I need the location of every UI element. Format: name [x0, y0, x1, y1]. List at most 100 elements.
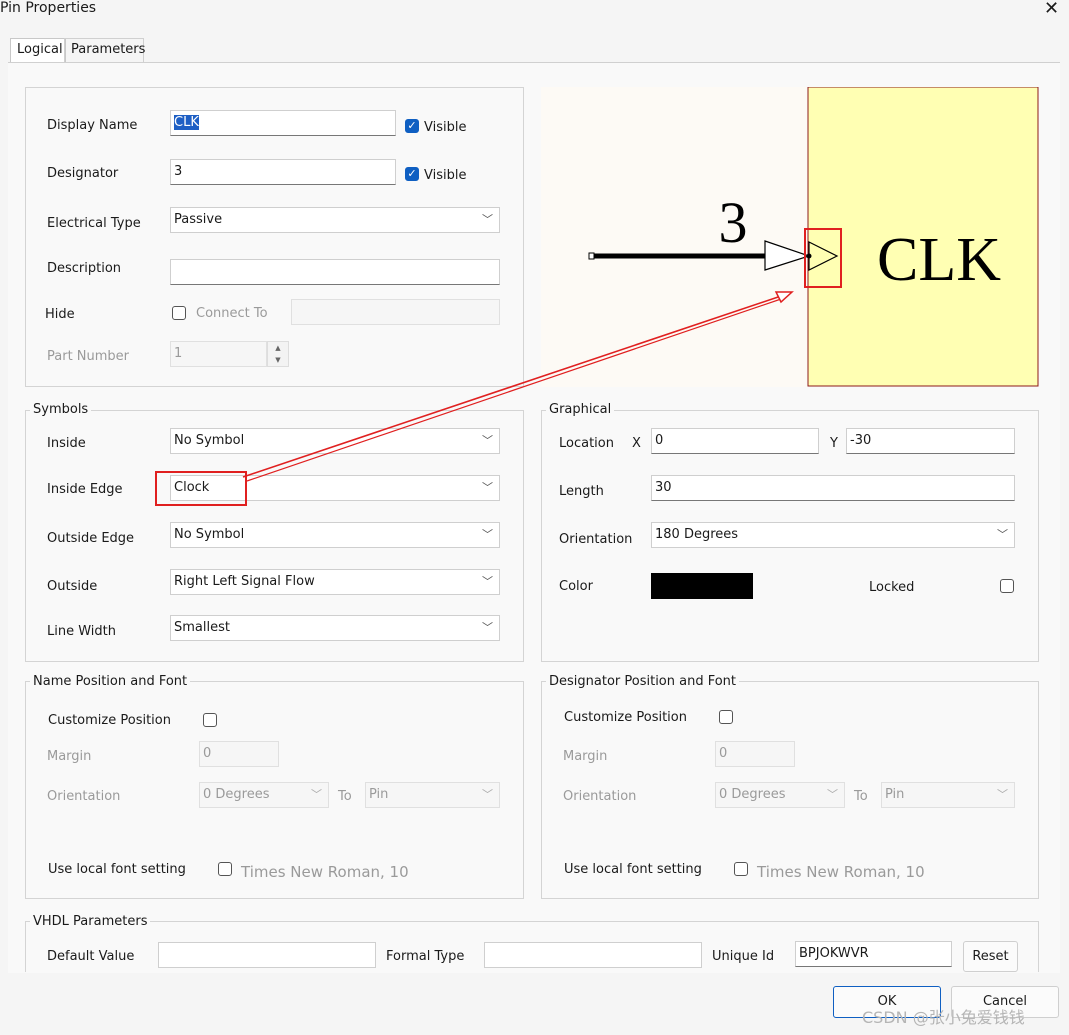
- designator-local-font-label: Use local font setting: [564, 862, 702, 877]
- pin-preview: 3 CLK: [541, 87, 1039, 387]
- designator-customize-label: Customize Position: [564, 710, 687, 725]
- designator-visible-checkbox[interactable]: ✓: [405, 167, 419, 181]
- window-title: Pin Properties: [0, 0, 97, 16]
- name-margin-input: 0: [199, 741, 279, 767]
- name-font-title: Name Position and Font: [30, 674, 191, 689]
- pin-end-marker: [588, 252, 595, 260]
- designator-local-font-checkbox[interactable]: [734, 862, 748, 876]
- vhdl-title: VHDL Parameters: [30, 914, 151, 929]
- spin-down-icon[interactable]: ▼: [268, 354, 288, 366]
- name-orientation-select: 0 Degrees ﹀: [199, 782, 329, 808]
- symbols-title: Symbols: [30, 402, 92, 417]
- outside-select[interactable]: Right Left Signal Flow ﹀: [170, 569, 500, 595]
- description-label: Description: [47, 261, 122, 276]
- unique-id-label: Unique Id: [712, 949, 775, 964]
- designator-input[interactable]: 3: [170, 159, 396, 185]
- designator-label: Designator: [47, 166, 119, 181]
- name-local-font-checkbox[interactable]: [218, 862, 232, 876]
- preview-name: CLK: [877, 226, 1001, 294]
- length-input[interactable]: 30: [651, 475, 1015, 501]
- electrical-type-label: Electrical Type: [47, 216, 141, 231]
- default-value-label: Default Value: [47, 949, 135, 964]
- name-local-font-label: Use local font setting: [48, 862, 186, 877]
- display-name-visible-label: Visible: [424, 120, 467, 135]
- unique-id-input[interactable]: BPJOKWVR: [795, 941, 952, 967]
- line-width-value: Smallest: [174, 620, 230, 635]
- watermark: CSDN @张小兔爱钱钱: [862, 1008, 1025, 1027]
- signal-flow-arrow: [764, 240, 811, 271]
- inside-edge-highlight-box: [155, 471, 247, 506]
- line-width-label: Line Width: [47, 624, 116, 639]
- chevron-down-icon: ﹀: [482, 621, 493, 634]
- orientation-select[interactable]: 180 Degrees ﹀: [651, 522, 1015, 548]
- chevron-down-icon: ﹀: [482, 575, 493, 588]
- y-label: Y: [830, 436, 838, 451]
- designator-to-value: Pin: [885, 787, 905, 802]
- hide-label: Hide: [45, 307, 75, 322]
- chevron-down-icon: ﹀: [482, 213, 493, 226]
- color-label: Color: [559, 579, 593, 594]
- outside-edge-select[interactable]: No Symbol ﹀: [170, 522, 500, 548]
- x-label: X: [632, 436, 641, 451]
- name-margin-label: Margin: [47, 749, 92, 764]
- name-to-label: To: [338, 789, 352, 804]
- designator-customize-checkbox[interactable]: [719, 710, 733, 724]
- locked-label: Locked: [869, 580, 915, 595]
- name-orientation-label: Orientation: [47, 789, 121, 804]
- inside-select[interactable]: No Symbol ﹀: [170, 428, 500, 454]
- designator-font-title: Designator Position and Font: [546, 674, 740, 689]
- length-label: Length: [559, 484, 604, 499]
- reset-button[interactable]: Reset: [963, 941, 1018, 972]
- inside-edge-label: Inside Edge: [47, 482, 123, 497]
- name-to-value: Pin: [369, 787, 389, 802]
- chevron-down-icon: ﹀: [482, 481, 493, 494]
- tab-logical[interactable]: Logical: [10, 38, 66, 64]
- designator-to-label: To: [854, 789, 868, 804]
- chevron-down-icon: ﹀: [482, 528, 493, 541]
- default-value-input[interactable]: [158, 942, 376, 968]
- locked-checkbox[interactable]: [1000, 579, 1014, 593]
- inside-label: Inside: [47, 436, 86, 451]
- outside-edge-label: Outside Edge: [47, 531, 135, 546]
- name-customize-checkbox[interactable]: [203, 713, 217, 727]
- name-orientation-value: 0 Degrees: [203, 787, 270, 802]
- chevron-down-icon: ﹀: [311, 788, 322, 801]
- line-width-select[interactable]: Smallest ﹀: [170, 615, 500, 641]
- spin-up-icon[interactable]: ▲: [268, 342, 288, 354]
- display-name-value: CLK: [174, 115, 199, 130]
- inside-value: No Symbol: [174, 433, 245, 448]
- location-x-input[interactable]: 0: [651, 428, 819, 454]
- part-number-input: 1: [170, 341, 267, 367]
- tab-parameters[interactable]: Parameters: [64, 38, 145, 62]
- designator-orientation-select: 0 Degrees ﹀: [715, 782, 845, 808]
- location-y-input[interactable]: -30: [846, 428, 1015, 454]
- formal-type-label: Formal Type: [386, 949, 465, 964]
- formal-type-input[interactable]: [484, 942, 702, 968]
- designator-orientation-value: 0 Degrees: [719, 787, 786, 802]
- designator-font-value: Times New Roman, 10: [757, 863, 925, 881]
- hide-checkbox[interactable]: [172, 306, 186, 320]
- pin-preview-canvas: 3 CLK: [588, 87, 1039, 387]
- designator-margin-label: Margin: [563, 749, 608, 764]
- outside-value: Right Left Signal Flow: [174, 574, 315, 589]
- close-icon[interactable]: ✕: [1044, 0, 1059, 19]
- display-name-visible-checkbox[interactable]: ✓: [405, 119, 419, 133]
- chevron-down-icon: ﹀: [827, 788, 838, 801]
- electrical-type-value: Passive: [174, 212, 223, 227]
- designator-margin-input: 0: [715, 741, 795, 767]
- chevron-down-icon: ﹀: [997, 788, 1008, 801]
- color-swatch[interactable]: [651, 573, 753, 599]
- outside-label: Outside: [47, 579, 98, 594]
- name-customize-label: Customize Position: [48, 713, 171, 728]
- connect-to-input: [291, 299, 500, 325]
- electrical-type-select[interactable]: Passive ﹀: [170, 207, 500, 233]
- description-input[interactable]: [170, 259, 500, 285]
- chevron-down-icon: ﹀: [482, 788, 493, 801]
- designator-to-select: Pin ﹀: [881, 782, 1015, 808]
- graphical-title: Graphical: [546, 402, 615, 417]
- display-name-input[interactable]: CLK: [170, 110, 396, 136]
- designator-orientation-label: Orientation: [563, 789, 637, 804]
- part-number-spinner[interactable]: ▲ ▼: [267, 341, 289, 367]
- part-number-label: Part Number: [47, 349, 130, 364]
- name-to-select: Pin ﹀: [365, 782, 500, 808]
